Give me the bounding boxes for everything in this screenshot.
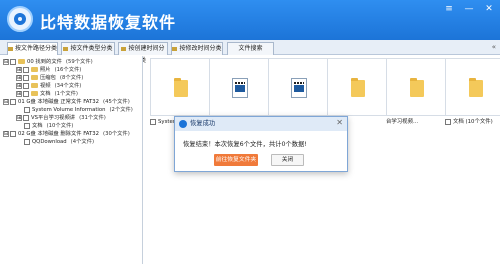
file-item[interactable]: 文档 (10个文件) xyxy=(445,58,500,128)
folder-icon xyxy=(8,46,13,51)
tree-item-label: QQDownload xyxy=(32,139,67,145)
tree-item-label: 压缩包 xyxy=(40,75,56,81)
tree-item-label: 视频 xyxy=(40,83,51,89)
file-thumbnail[interactable] xyxy=(268,58,328,116)
tree-item-label: 照片 xyxy=(40,67,51,73)
file-label: 文档 (10个文件) xyxy=(453,119,493,125)
tree-item-g-drive-normal[interactable]: ⊟ 01 G盘 本地磁盘 正常文件 FAT32 (45个文件) xyxy=(3,98,130,106)
tab-by-type[interactable]: 按文件类型分类 xyxy=(61,42,115,55)
checkbox[interactable] xyxy=(24,106,30,113)
checkbox[interactable] xyxy=(10,98,16,105)
file-thumbnail[interactable] xyxy=(445,58,500,116)
checkbox[interactable] xyxy=(23,82,29,89)
folder-icon xyxy=(31,75,38,80)
window-controls: ≡ — ✕ xyxy=(444,4,494,14)
dialog-header: 恢复成功 ✕ xyxy=(175,117,347,131)
folder-icon xyxy=(63,46,69,51)
checkbox[interactable] xyxy=(10,130,16,137)
recovery-success-dialog: 恢复成功 ✕ 恢复结束！本次恢复6个文件，共计0个数据! 前往恢复文件夹 关闭 xyxy=(174,116,348,172)
tab-by-modified[interactable]: 按修改时间分类 xyxy=(171,42,223,55)
tree-item-count: (31个文件) xyxy=(79,115,106,121)
app-logo-icon xyxy=(179,120,187,128)
tree-item-photos[interactable]: ⊞ 照片 (16个文件) xyxy=(16,66,81,74)
open-recovery-folder-button[interactable]: 前往恢复文件夹 xyxy=(214,154,258,166)
file-thumbnail[interactable] xyxy=(327,58,387,116)
file-thumbnail[interactable] xyxy=(209,58,269,116)
close-button[interactable]: 关闭 xyxy=(271,154,304,166)
folder-icon xyxy=(31,83,38,88)
title-bar: 比特数据恢复软件 ≡ — ✕ xyxy=(0,0,500,40)
tree-item-count: (45个文件) xyxy=(103,99,130,105)
tree-item-count: (34个文件) xyxy=(54,83,82,89)
checkbox[interactable] xyxy=(150,118,156,125)
tree-item-count: (16个文件) xyxy=(54,67,82,73)
close-icon[interactable]: ✕ xyxy=(336,118,343,127)
folder-icon xyxy=(351,78,365,97)
folder-icon xyxy=(31,91,38,96)
expand-node-icon[interactable]: ⊞ xyxy=(16,82,22,89)
tree-item-videos[interactable]: ⊞ 视频 (34个文件) xyxy=(16,82,81,90)
checkbox[interactable] xyxy=(24,138,30,145)
checkbox[interactable] xyxy=(23,74,29,81)
tree-item-label: 文档 xyxy=(40,91,51,97)
tab-by-path[interactable]: 按文件路径分类 xyxy=(7,42,58,55)
checkbox[interactable] xyxy=(23,114,29,121)
folder-icon xyxy=(172,46,178,51)
menu-icon[interactable]: ≡ xyxy=(444,4,454,14)
tree-item-g-drive-deleted[interactable]: ⊟ 02 G盘 本地磁盘 删除文件 FAT32 (30个文件) xyxy=(3,130,130,138)
tree-item-archives[interactable]: ⊞ 压缩包 (8个文件) xyxy=(16,74,83,82)
expand-node-icon[interactable]: ⊞ xyxy=(16,74,22,81)
file-thumbnail[interactable] xyxy=(150,58,210,116)
tree-item-count: (2个文件) xyxy=(109,107,133,113)
folder-icon xyxy=(469,78,483,97)
tree-item-count: (59个文件) xyxy=(65,59,93,65)
collapse-icon[interactable]: « xyxy=(492,43,496,51)
folder-icon xyxy=(31,67,38,72)
checkbox[interactable] xyxy=(10,58,16,65)
expand-node-icon[interactable]: ⊞ xyxy=(16,66,22,73)
tree-item-label: 00 找到的文件 xyxy=(27,59,62,65)
video-file-icon xyxy=(291,78,307,98)
tab-by-created[interactable]: 按创建时间分类 xyxy=(118,42,168,64)
tree-item-label: 02 G盘 本地磁盘 删除文件 FAT32 xyxy=(18,131,100,137)
tree-item-count: (4个文件) xyxy=(70,139,95,145)
folder-icon xyxy=(18,59,25,64)
checkbox[interactable] xyxy=(24,122,30,129)
tab-file-search[interactable]: 文件搜索 xyxy=(227,42,274,55)
tree-item-count: (30个文件) xyxy=(103,131,130,137)
collapse-node-icon[interactable]: ⊟ xyxy=(3,58,9,65)
minimize-icon[interactable]: — xyxy=(464,4,474,14)
app-logo-icon xyxy=(7,6,33,32)
tree-item-found-files[interactable]: ⊟ 00 找到的文件 (59个文件) xyxy=(3,58,93,66)
checkbox[interactable] xyxy=(445,118,451,125)
folder-icon xyxy=(174,78,188,97)
close-icon[interactable]: ✕ xyxy=(484,4,494,14)
tree-item-docs[interactable]: 文档 (10个文件) xyxy=(24,122,73,130)
tree-item-vs-videos[interactable]: ⊞ VS平台学习视频讲 (31个文件) xyxy=(16,114,106,122)
file-item-spacer xyxy=(389,58,449,128)
tree-item-label: 文档 xyxy=(32,123,43,129)
tab-bar: 按文件路径分类 按文件类型分类 按创建时间分类 按修改时间分类 文件搜索 « xyxy=(0,40,500,64)
tree-item-system-volume[interactable]: System Volume Information (2个文件) xyxy=(24,106,133,114)
video-file-icon xyxy=(232,78,248,98)
checkbox[interactable] xyxy=(23,90,29,97)
app-title: 比特数据恢复软件 xyxy=(40,13,177,32)
dialog-message: 恢复结束！本次恢复6个文件，共计0个数据! xyxy=(183,141,307,148)
dialog-title: 恢复成功 xyxy=(190,120,216,127)
checkbox[interactable] xyxy=(23,66,29,73)
expand-node-icon[interactable]: ⊞ xyxy=(16,90,22,97)
collapse-node-icon[interactable]: ⊟ xyxy=(3,98,9,105)
folder-icon xyxy=(121,46,127,51)
tree-item-label: VS平台学习视频讲 xyxy=(31,115,76,121)
tree-item-qqdownload[interactable]: QQDownload (4个文件) xyxy=(24,138,94,146)
tree-item-count: (1个文件) xyxy=(54,91,79,97)
tree-item-documents[interactable]: ⊞ 文档 (1个文件) xyxy=(16,90,78,98)
tree-item-label: System Volume Information xyxy=(32,107,106,113)
tree-item-count: (8个文件) xyxy=(59,75,84,81)
collapse-node-icon[interactable]: ⊟ xyxy=(3,130,9,137)
file-tree: ⊟ 00 找到的文件 (59个文件) ⊞ 照片 (16个文件) ⊞ 压缩包 (8个文件) ⊞… xyxy=(0,56,143,264)
tree-item-count: (10个文件) xyxy=(46,123,74,129)
expand-node-icon[interactable]: ⊞ xyxy=(16,114,22,121)
tree-item-label: 01 G盘 本地磁盘 正常文件 FAT32 xyxy=(18,99,100,105)
